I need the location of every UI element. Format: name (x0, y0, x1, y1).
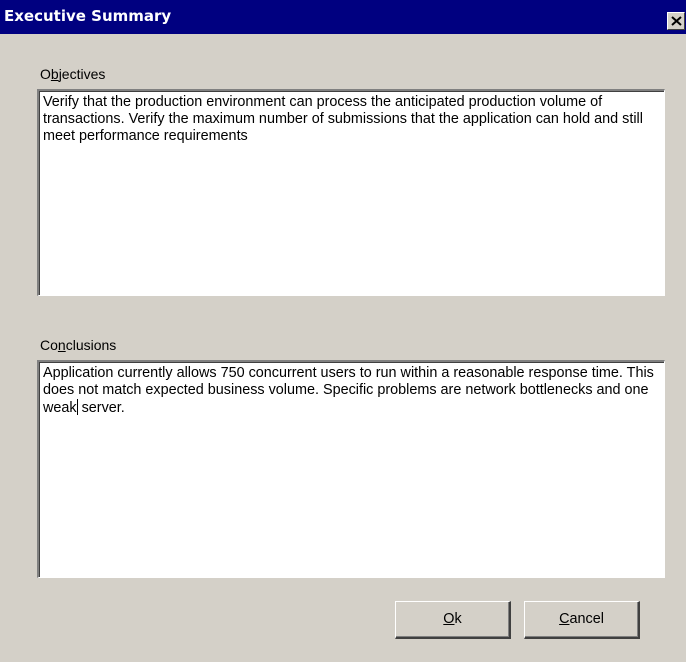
conclusions-text-after-caret: server. (77, 400, 125, 416)
objectives-textarea[interactable]: Verify that the production environment c… (37, 89, 665, 296)
cancel-button[interactable]: Cancel (524, 601, 640, 639)
close-icon (671, 16, 682, 26)
title-bar[interactable]: Executive Summary (0, 0, 686, 34)
objectives-label: Objectives (40, 66, 106, 82)
window-title: Executive Summary (4, 7, 172, 25)
ok-button[interactable]: Ok (395, 601, 511, 639)
conclusions-label: Conclusions (40, 337, 117, 353)
conclusions-text-before-caret: Application currently allows 750 concurr… (43, 365, 654, 416)
conclusions-textarea[interactable]: Application currently allows 750 concurr… (37, 360, 665, 578)
executive-summary-dialog: Executive Summary Objectives Verify that… (0, 0, 686, 662)
close-button[interactable] (667, 12, 685, 30)
objectives-text: Verify that the production environment c… (43, 94, 643, 144)
